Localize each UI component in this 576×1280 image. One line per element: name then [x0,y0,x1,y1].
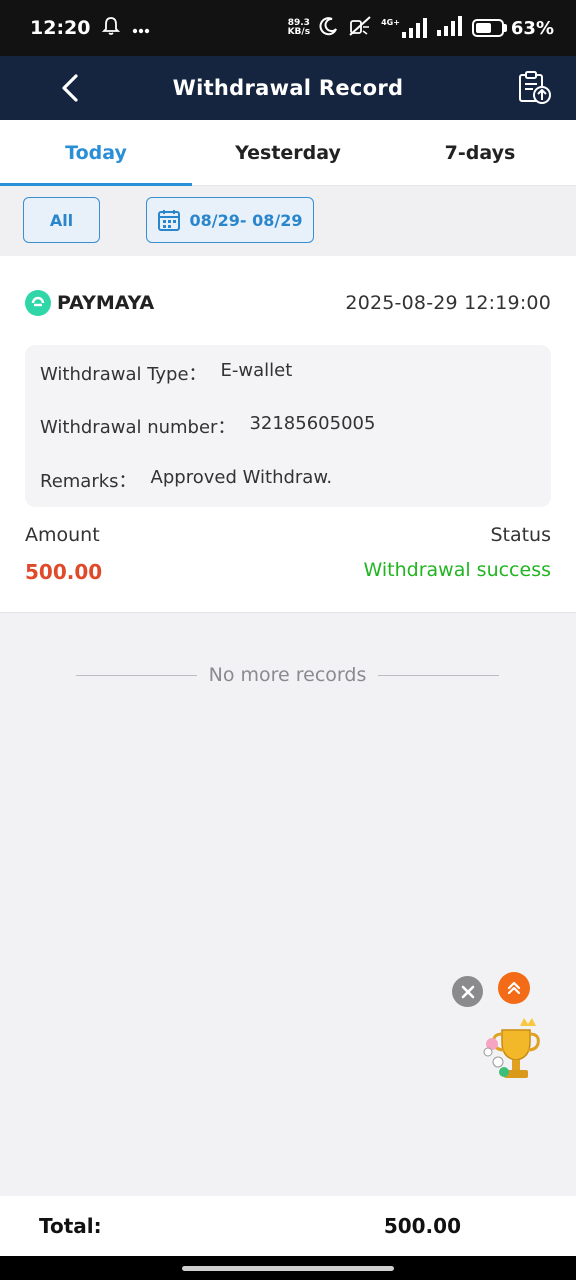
network-type: 4G+ [381,18,400,27]
signal-icon [436,16,463,40]
paymaya-logo-icon [25,290,51,316]
filter-all-label: All [49,210,74,230]
signal-4g-icon: 4G+ [381,18,428,38]
amount-value: 500.00 [25,560,103,584]
withdrawal-record-card: PAYMAYA 2025-08-29 12:19:00 Withdrawal T… [0,256,576,613]
withdrawal-number-value: 32185605005 [249,413,376,434]
moon-icon [319,16,339,40]
amount-label: Amount [25,524,100,546]
network-speed: 89.3 KB/s [288,19,310,37]
status-value: Withdrawal success [363,559,551,581]
battery-icon [471,19,507,37]
withdrawal-type-row: Withdrawal Type： E-wallet [40,360,292,386]
total-bar: Total: 500.00 [0,1196,576,1256]
calendar-icon [157,210,180,231]
back-button[interactable] [50,64,90,112]
record-header: PAYMAYA 2025-08-29 12:19:00 [25,288,551,318]
mute-icon [348,15,372,41]
battery-percent: 63% [510,17,554,39]
total-label: Total: [39,1214,102,1238]
bell-icon [102,16,121,40]
clipboard-upload-icon [519,71,551,104]
divider-right [378,674,500,676]
page-title: Withdrawal Record [172,76,404,100]
chevron-left-icon [62,74,78,102]
status-bar: 12:20 89.3 KB/s 4G+ 63% [0,0,576,56]
tab-yesterday[interactable]: Yesterday [192,120,384,185]
payment-method: PAYMAYA [57,292,155,314]
battery-indicator: 63% [471,17,554,39]
date-tabs: Today Yesterday 7-days [0,120,576,186]
list-end-indicator: No more records [76,660,500,690]
export-records-button[interactable] [512,62,556,112]
filter-bar: All 08/29- 08/29 [0,186,576,256]
home-gesture-handle[interactable] [182,1266,394,1271]
filter-all-button[interactable]: All [23,197,100,243]
divider-left [76,674,197,676]
more-icon [132,19,150,38]
double-chevron-up-icon [507,981,521,995]
tab-7-days[interactable]: 7-days [384,120,576,185]
remarks-row: Remarks： Approved Withdraw. [40,467,332,493]
close-float-button[interactable] [452,976,483,1007]
date-range-button[interactable]: 08/29- 08/29 [146,197,314,243]
app-header: Withdrawal Record [0,56,576,120]
scroll-top-button[interactable] [498,972,530,1004]
record-datetime: 2025-08-29 12:19:00 [345,292,551,314]
close-icon [461,985,474,998]
trophy-promo-button[interactable] [480,1016,548,1088]
withdrawal-type-value: E-wallet [220,360,293,381]
total-value: 500.00 [383,1214,461,1238]
tab-today[interactable]: Today [0,120,192,186]
network-speed-unit: KB/s [287,27,311,37]
date-range-label: 08/29- 08/29 [189,210,303,230]
withdrawal-type-label: Withdrawal Type： [40,364,207,385]
trophy-icon [483,1018,540,1078]
withdrawal-number-label: Withdrawal number： [40,417,236,438]
record-details: Withdrawal Type： E-wallet Withdrawal num… [25,345,551,507]
status-label: Status [490,524,551,546]
system-nav-bar [0,1256,576,1280]
no-more-records-text: No more records [208,664,367,686]
remarks-label: Remarks： [40,471,137,492]
withdrawal-number-row: Withdrawal number： 32185605005 [40,413,375,439]
status-time: 12:20 [30,17,91,39]
remarks-value: Approved Withdraw. [150,467,333,488]
